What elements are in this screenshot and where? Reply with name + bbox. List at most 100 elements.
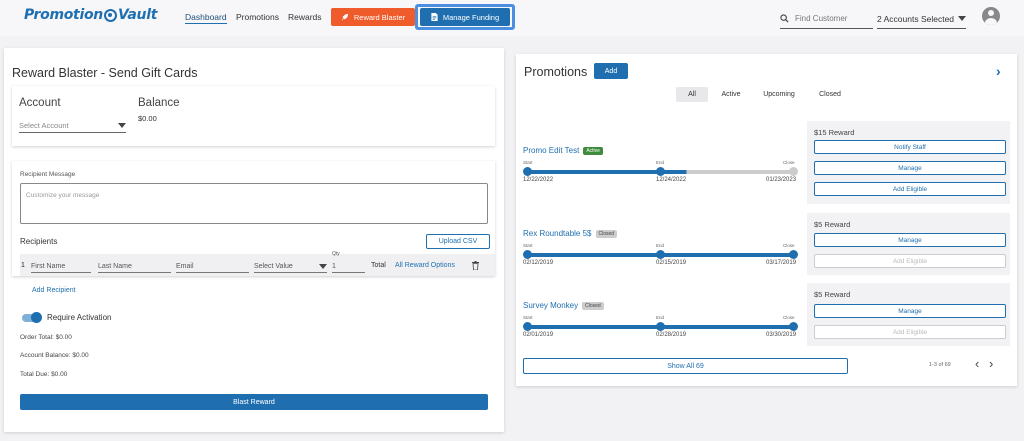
promotion-name-link[interactable]: Rex Roundtable 5$ Closed: [523, 229, 618, 238]
page-title: Reward Blaster - Send Gift Cards: [12, 66, 198, 80]
filter-tab-active[interactable]: Active: [714, 87, 748, 102]
total-due: Total Due: $0.00: [20, 371, 68, 378]
timeline-start-label: Start: [523, 243, 533, 248]
chevron-down-icon: [958, 16, 966, 21]
manage-button[interactable]: Manage: [814, 233, 1006, 247]
recipients-card: Recipient Message Customize your message…: [12, 161, 495, 276]
promotions-panel: Promotions Add › All Active Upcoming Clo…: [516, 54, 1017, 386]
first-name-field[interactable]: First Name: [31, 260, 91, 273]
nav-dashboard[interactable]: Dashboard: [185, 12, 227, 24]
timeline-close-dot: [789, 322, 798, 331]
timeline-start-dot: [523, 167, 532, 176]
account-label: Account: [19, 97, 61, 109]
manage-button[interactable]: Manage: [814, 161, 1006, 175]
account-balance: Account Balance: $0.00: [20, 352, 89, 359]
user-avatar-icon[interactable]: [982, 7, 1000, 25]
chevron-down-icon: [319, 263, 327, 269]
recipient-message-input[interactable]: Customize your message: [20, 183, 488, 224]
reward-title: $5 Reward: [814, 220, 851, 229]
chevron-right-icon[interactable]: ›: [989, 356, 993, 371]
promotion-name-link[interactable]: Promo Edit Test Active: [523, 146, 603, 155]
require-activation-toggle[interactable]: [22, 312, 42, 323]
manage-funding-button[interactable]: Manage Funding: [420, 8, 510, 26]
recipients-label: Recipients: [20, 237, 58, 246]
add-promotion-button[interactable]: Add: [594, 63, 628, 79]
add-recipient-link[interactable]: Add Recipient: [32, 287, 76, 294]
select-account-placeholder: Select Account: [19, 121, 69, 130]
show-all-button[interactable]: Show All 69: [523, 358, 848, 374]
start-date: 02/12/2019: [523, 260, 554, 266]
start-date: 02/01/2019: [523, 332, 554, 338]
qty-field[interactable]: 1: [332, 260, 365, 273]
promotion-name: Rex Roundtable 5$: [523, 229, 592, 238]
close-date: 03/30/2019: [766, 332, 797, 338]
promotion-name-link[interactable]: Survey Monkey Closed: [523, 301, 604, 310]
promotion-vault-logo[interactable]: Promotion Vault: [24, 7, 157, 23]
logo-text-1: Promotion: [24, 7, 103, 23]
reward-box: $5 Reward Manage Add Eligible: [807, 283, 1010, 346]
timeline-start-label: Start: [523, 160, 533, 165]
trash-icon[interactable]: [472, 261, 479, 270]
blast-reward-button[interactable]: Blast Reward: [20, 394, 488, 410]
filter-tab-upcoming[interactable]: Upcoming: [756, 87, 802, 102]
select-account-dropdown[interactable]: Select Account: [19, 119, 126, 133]
end-date: 12/24/2022: [656, 177, 687, 183]
add-eligible-button: Add Eligible: [814, 254, 1006, 268]
require-activation-label: Require Activation: [47, 313, 112, 322]
start-date: 12/22/2022: [523, 177, 554, 183]
find-customer-placeholder: Find Customer: [795, 14, 848, 23]
close-date: 01/23/2023: [766, 177, 797, 183]
chevron-left-icon[interactable]: ‹: [975, 356, 979, 371]
nav-promotions[interactable]: Promotions: [236, 12, 279, 22]
status-badge: Active: [583, 146, 603, 155]
manage-button[interactable]: Manage: [814, 304, 1006, 318]
order-total: Order Total: $0.00: [20, 334, 72, 341]
reward-title: $15 Reward: [814, 128, 855, 137]
pagination-count: 1-3 of 69: [929, 362, 951, 368]
notify-staff-button[interactable]: Notify Staff: [814, 140, 1006, 154]
timeline-close-label: Close: [783, 243, 795, 248]
add-eligible-button: Add Eligible: [814, 325, 1006, 339]
timeline-start-dot: [523, 322, 532, 331]
promotion-name: Survey Monkey: [523, 301, 579, 310]
end-date: 02/15/2019: [656, 260, 687, 266]
filter-tab-closed[interactable]: Closed: [810, 87, 850, 102]
reward-box: $5 Reward Manage Add Eligible: [807, 213, 1010, 275]
all-reward-options-link[interactable]: All Reward Options: [395, 262, 455, 269]
accounts-selector[interactable]: 2 Accounts Selected: [877, 9, 966, 29]
timeline-end-dot: [656, 167, 665, 176]
account-card: Account Select Account Balance $0.00: [12, 86, 495, 146]
reward-blaster-button[interactable]: Reward Blaster: [331, 8, 415, 26]
find-customer-input[interactable]: Find Customer: [780, 9, 873, 29]
reward-blaster-label: Reward Blaster: [353, 12, 406, 22]
timeline-close-label: Close: [783, 315, 795, 320]
promotion-name: Promo Edit Test: [523, 146, 580, 155]
recipient-message-label: Recipient Message: [20, 171, 76, 178]
nav-rewards[interactable]: Rewards: [288, 12, 322, 22]
reward-box: $15 Reward Notify Staff Manage Add Eligi…: [807, 121, 1010, 204]
filter-tab-all[interactable]: All: [676, 87, 708, 102]
last-name-field[interactable]: Last Name: [98, 260, 171, 273]
status-badge: Closed: [595, 229, 618, 238]
timeline-close-dot: [789, 250, 798, 259]
timeline-close-dot: [789, 167, 798, 176]
status-badge: Closed: [582, 301, 604, 310]
select-value-dropdown[interactable]: Select Value: [254, 260, 327, 273]
select-value-label: Select Value: [254, 262, 293, 270]
logo-text-2: Vault: [117, 7, 158, 23]
top-header: Promotion Vault Dashboard Promotions Rewa…: [0, 0, 1024, 36]
add-eligible-button[interactable]: Add Eligible: [814, 182, 1006, 196]
chevron-right-icon[interactable]: ›: [996, 63, 1001, 79]
upload-csv-button[interactable]: Upload CSV: [426, 234, 490, 249]
rocket-icon: [341, 13, 349, 21]
timeline-end-dot: [656, 322, 665, 331]
timeline-end-label: End: [656, 243, 665, 248]
close-date: 03/17/2019: [766, 260, 797, 266]
timeline-end-label: End: [656, 315, 665, 320]
recipient-row: 1 First Name Last Name Email Select Valu…: [20, 251, 495, 276]
email-field[interactable]: Email: [176, 260, 249, 273]
qty-label: Qty: [332, 251, 340, 257]
timeline-start-dot: [523, 250, 532, 259]
row-total-label: Total: [371, 262, 386, 269]
row-index: 1: [21, 262, 25, 269]
